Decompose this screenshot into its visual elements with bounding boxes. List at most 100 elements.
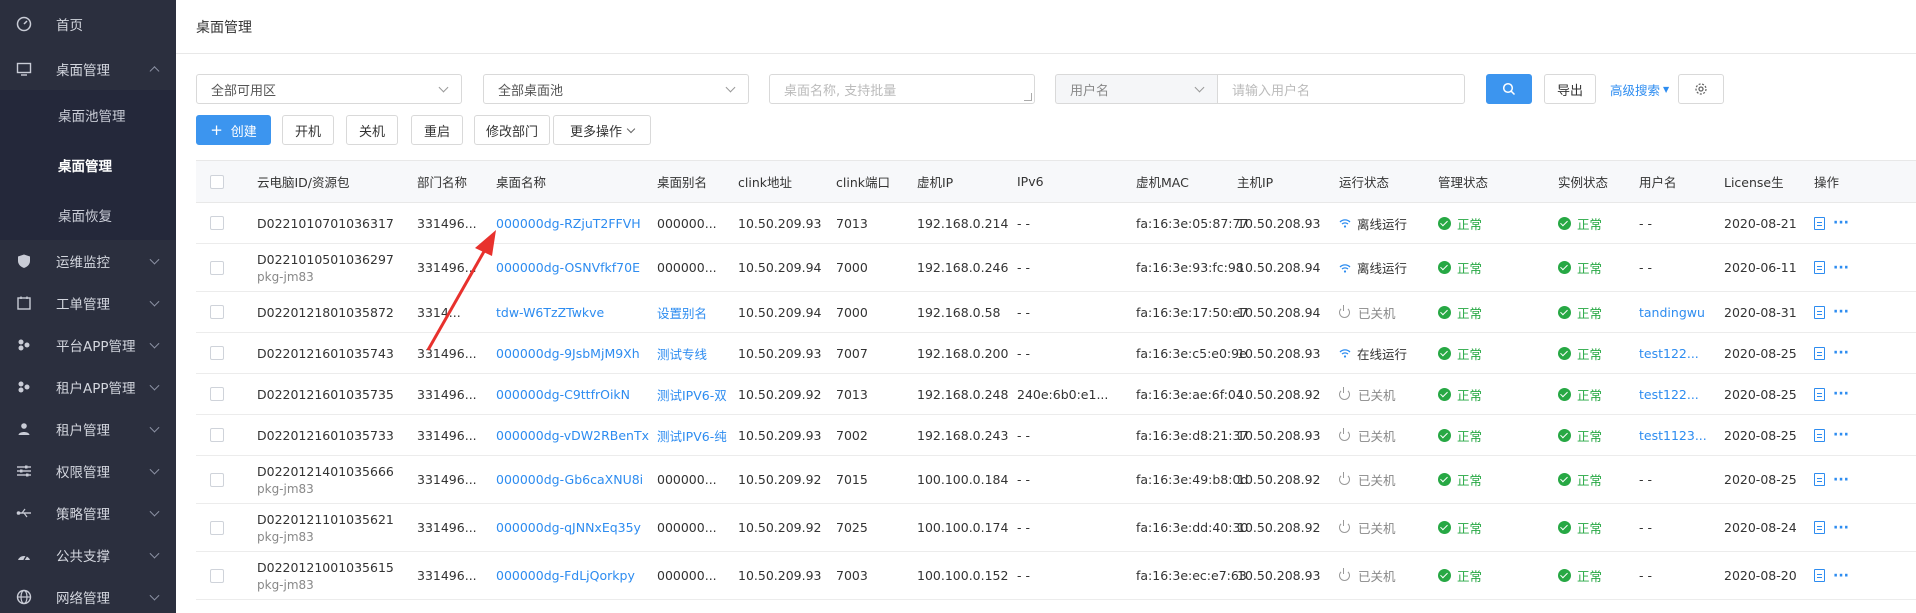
- submenu-item-1[interactable]: 桌面管理: [0, 140, 176, 190]
- desktop-alias: 000000...: [657, 568, 717, 583]
- power-off-button[interactable]: 关机: [346, 115, 398, 145]
- power-on-button[interactable]: 开机: [282, 115, 334, 145]
- row-checkbox[interactable]: [210, 216, 224, 230]
- select-all-checkbox[interactable]: [210, 174, 224, 189]
- dept-name: 331496...: [417, 215, 477, 231]
- desktop-alias[interactable]: 测试IPV6-双: [657, 374, 735, 414]
- more-icon[interactable]: ···: [1833, 521, 1849, 535]
- more-icon[interactable]: ···: [1833, 428, 1849, 442]
- table-row[interactable]: D0220121401035666 pkg-jm83 331496... 000000…: [196, 456, 1916, 504]
- wifi-icon: [1339, 349, 1351, 358]
- export-button[interactable]: 导出: [1544, 74, 1596, 104]
- submenu-item-0[interactable]: 桌面池管理: [0, 90, 176, 140]
- select-all-cell: [210, 161, 224, 202]
- sidebar-item-5[interactable]: 租户APP管理: [0, 366, 176, 408]
- desktop-name-link[interactable]: tdw-W6TzZTwkve: [496, 292, 604, 332]
- license-date: 2020-08-24: [1724, 520, 1797, 535]
- sidebar-item-6[interactable]: 租户管理: [0, 408, 176, 450]
- document-icon[interactable]: [1814, 305, 1825, 319]
- table-row[interactable]: D0220121101035621 pkg-jm83 331496... 000000…: [196, 504, 1916, 552]
- username[interactable]: test122...: [1639, 333, 1717, 373]
- document-icon[interactable]: [1814, 261, 1825, 274]
- username[interactable]: test122...: [1639, 374, 1717, 414]
- modify-dept-label: 修改部门: [485, 124, 538, 140]
- sidebar-item-label: 运维监控: [56, 255, 110, 271]
- vm-mac: fa:16:3e:93:fc:98: [1136, 260, 1244, 275]
- desktop-name-input[interactable]: 桌面名称, 支持批量: [769, 74, 1035, 104]
- table-row[interactable]: D0221010701036317 331496... 000000dg-RZjuT…: [196, 203, 1916, 244]
- desktop-alias[interactable]: 设置别名: [657, 292, 735, 332]
- more-icon[interactable]: ···: [1833, 261, 1849, 275]
- desktop-name-link[interactable]: 000000dg-FdLjQorkpy: [496, 552, 635, 599]
- document-icon[interactable]: [1814, 521, 1825, 534]
- create-button[interactable]: + 创建: [196, 115, 271, 145]
- table-row[interactable]: D0220121601035743 331496... 000000dg-9JsbM…: [196, 333, 1916, 374]
- document-icon[interactable]: [1814, 569, 1825, 582]
- modify-dept-button[interactable]: 修改部门: [474, 115, 550, 145]
- table-row[interactable]: D0220121801035872 3314... tdw-W6TzZTwkve 设置…: [196, 292, 1916, 333]
- row-checkbox[interactable]: [210, 260, 224, 275]
- sidebar-item-0[interactable]: 首页: [0, 0, 176, 48]
- desktop-name-link[interactable]: 000000dg-vDW2RBenTx: [496, 415, 649, 455]
- more-icon[interactable]: ···: [1833, 569, 1849, 583]
- table-row[interactable]: D0221010501036297 pkg-jm83 331496... 000000…: [196, 244, 1916, 292]
- sidebar-item-2[interactable]: 运维监控: [0, 240, 176, 282]
- search-button[interactable]: [1486, 74, 1532, 104]
- sidebar-item-3[interactable]: 工单管理: [0, 282, 176, 324]
- desktop-name-link[interactable]: 000000dg-OSNVfkf70E: [496, 244, 640, 291]
- username-input[interactable]: 请输入用户名: [1217, 74, 1465, 104]
- table-row[interactable]: D0220121001035615 pkg-jm83 331496... 000000…: [196, 552, 1916, 600]
- more-actions-button[interactable]: 更多操作: [553, 115, 651, 145]
- more-icon[interactable]: ···: [1833, 387, 1849, 401]
- more-icon[interactable]: ···: [1833, 216, 1849, 230]
- desktop-name-link[interactable]: 000000dg-Gb6caXNU8i: [496, 456, 643, 503]
- document-icon[interactable]: [1814, 473, 1825, 486]
- more-icon[interactable]: ···: [1833, 473, 1849, 487]
- user-field-select[interactable]: 用户名: [1055, 74, 1217, 104]
- advanced-search-link[interactable]: 高级搜索 ▼: [1610, 74, 1669, 104]
- sidebar-nav: 首页 桌面管理 桌面池管理 桌面管理 桌面恢复 运维监控 工单管理 平台APP管理 租户APP管…: [0, 0, 176, 613]
- desktop-alias[interactable]: 测试专线: [657, 333, 735, 373]
- pool-select[interactable]: 全部桌面池: [483, 74, 749, 104]
- document-icon[interactable]: [1814, 216, 1825, 230]
- zone-select[interactable]: 全部可用区: [196, 74, 462, 104]
- more-actions-label: 更多操作: [569, 124, 622, 140]
- sidebar-item-10[interactable]: 网络管理: [0, 576, 176, 613]
- ipv6: - -: [1017, 345, 1030, 361]
- restart-button[interactable]: 重启: [411, 115, 463, 145]
- sidebar-item-7[interactable]: 权限管理: [0, 450, 176, 492]
- desktop-name-link[interactable]: 000000dg-C9ttfrOikN: [496, 374, 630, 414]
- row-checkbox[interactable]: [210, 568, 224, 583]
- document-icon[interactable]: [1814, 387, 1825, 401]
- desktop-name-link[interactable]: 000000dg-9JsbMjM9Xh: [496, 333, 640, 373]
- row-checkbox[interactable]: [210, 520, 224, 535]
- sidebar-item-label: 网络管理: [56, 591, 110, 607]
- table-row[interactable]: D0220121601035733 331496... 000000dg-vDW2R…: [196, 415, 1916, 456]
- settings-button[interactable]: [1678, 74, 1724, 104]
- username[interactable]: tandingwu: [1639, 292, 1717, 332]
- username[interactable]: test1123...: [1639, 415, 1717, 455]
- sidebar-item-9[interactable]: 公共支撑: [0, 534, 176, 576]
- row-checkbox[interactable]: [210, 346, 224, 360]
- row-checkbox[interactable]: [210, 428, 224, 442]
- sidebar-item-1[interactable]: 桌面管理: [0, 48, 176, 90]
- sidebar-item-8[interactable]: 策略管理: [0, 492, 176, 534]
- desktop-name-link[interactable]: 000000dg-qJNNxEq35y: [496, 504, 641, 551]
- row-checkbox[interactable]: [210, 305, 224, 319]
- submenu-item-2[interactable]: 桌面恢复: [0, 190, 176, 240]
- table-row[interactable]: D0220121601035735 331496... 000000dg-C9ttf…: [196, 374, 1916, 415]
- document-icon[interactable]: [1814, 428, 1825, 442]
- more-icon[interactable]: ···: [1833, 346, 1849, 360]
- desktop-name-link[interactable]: 000000dg-RZjuT2FFVH: [496, 203, 641, 243]
- chevron-down-icon: [1194, 82, 1205, 93]
- row-checkbox[interactable]: [210, 387, 224, 401]
- column-header: 用户名: [1639, 175, 1677, 190]
- row-checkbox[interactable]: [210, 472, 224, 487]
- row-select-cell: [210, 333, 224, 373]
- document-icon[interactable]: [1814, 346, 1825, 360]
- more-icon[interactable]: ···: [1833, 305, 1849, 319]
- instance-state: 正常: [1577, 387, 1603, 403]
- run-state-cell: 在线运行: [1339, 333, 1407, 373]
- sidebar-item-4[interactable]: 平台APP管理: [0, 324, 176, 366]
- desktop-alias[interactable]: 测试IPV6-纯: [657, 415, 735, 455]
